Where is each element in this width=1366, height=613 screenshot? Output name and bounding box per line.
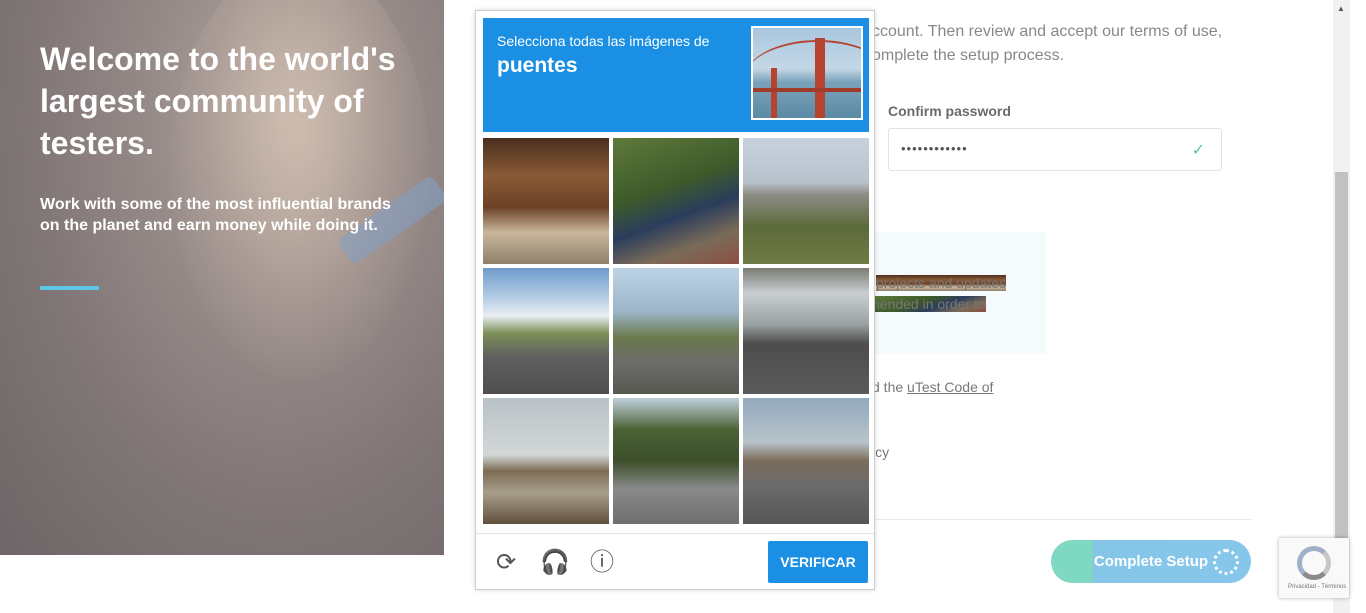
confirm-password-value: •••••••••••• bbox=[901, 141, 968, 156]
info-line-2: hended in order to bbox=[872, 296, 986, 312]
captcha-header: Selecciona todas las imágenes de puentes bbox=[483, 18, 869, 132]
captcha-tile-6[interactable] bbox=[743, 268, 869, 394]
info-icon[interactable]: ⓘ bbox=[588, 549, 616, 577]
audio-headphones-icon[interactable]: 🎧 bbox=[540, 549, 570, 577]
info-box: projects and updates hended in order to bbox=[862, 232, 1046, 354]
recaptcha-logo-icon bbox=[1297, 546, 1331, 580]
captcha-footer-divider bbox=[476, 533, 874, 534]
confirm-password-field[interactable]: •••••••••••• ✓ bbox=[888, 128, 1222, 171]
form-intro-text: ccount. Then review and accept our terms… bbox=[872, 23, 1223, 64]
check-icon: ✓ bbox=[1191, 142, 1205, 159]
sample-bridge-cable bbox=[753, 40, 861, 118]
reload-icon[interactable]: ⟳ bbox=[492, 549, 520, 577]
captcha-image-grid bbox=[483, 138, 871, 526]
captcha-instruction-small: Selecciona todas las imágenes de bbox=[497, 33, 710, 49]
captcha-sample-image bbox=[751, 26, 863, 120]
loading-spinner-icon bbox=[1213, 549, 1239, 575]
hero-title: Welcome to the world's largest community… bbox=[40, 41, 396, 161]
sample-bridge-tower bbox=[771, 68, 777, 118]
captcha-tile-1[interactable] bbox=[483, 138, 609, 264]
verify-button[interactable]: VERIFICAR bbox=[768, 541, 868, 583]
scrollbar-thumb[interactable] bbox=[1335, 172, 1348, 544]
code-of-conduct-link[interactable]: uTest Code of bbox=[907, 379, 993, 395]
code-prefix: d the bbox=[872, 379, 908, 395]
captcha-tile-2[interactable] bbox=[613, 138, 739, 264]
sample-bridge-tower bbox=[815, 38, 825, 118]
captcha-tile-4[interactable] bbox=[483, 268, 609, 394]
captcha-tile-7[interactable] bbox=[483, 398, 609, 524]
captcha-tile-9[interactable] bbox=[743, 398, 869, 524]
complete-setup-button[interactable]: Complete Setup bbox=[1051, 540, 1251, 583]
captcha-tile-5[interactable] bbox=[613, 268, 739, 394]
complete-setup-label: Complete Setup bbox=[1093, 553, 1209, 570]
recaptcha-badge[interactable]: Privacidad - Términos bbox=[1279, 538, 1349, 598]
recaptcha-challenge: Selecciona todas las imágenes de puentes… bbox=[475, 10, 875, 590]
hero-subtitle: Work with some of the most influential b… bbox=[40, 196, 391, 234]
hero-underline bbox=[40, 286, 99, 290]
page-scrollbar[interactable]: ▲ bbox=[1333, 0, 1350, 613]
code-of-conduct-text: d the uTest Code of bbox=[872, 379, 993, 395]
scroll-up-arrow-icon[interactable]: ▲ bbox=[1337, 4, 1345, 13]
hero-panel: Welcome to the world's largest community… bbox=[0, 0, 444, 555]
captcha-tile-8[interactable] bbox=[613, 398, 739, 524]
confirm-password-label: Confirm password bbox=[888, 103, 1011, 119]
captcha-tile-3[interactable] bbox=[743, 138, 869, 264]
recaptcha-terms[interactable]: Privacidad - Términos bbox=[1288, 584, 1346, 590]
divider bbox=[862, 519, 1252, 520]
captcha-instruction-object: puentes bbox=[497, 54, 578, 77]
sample-bridge-deck bbox=[753, 88, 861, 92]
info-line-1: projects and updates bbox=[876, 275, 1006, 291]
